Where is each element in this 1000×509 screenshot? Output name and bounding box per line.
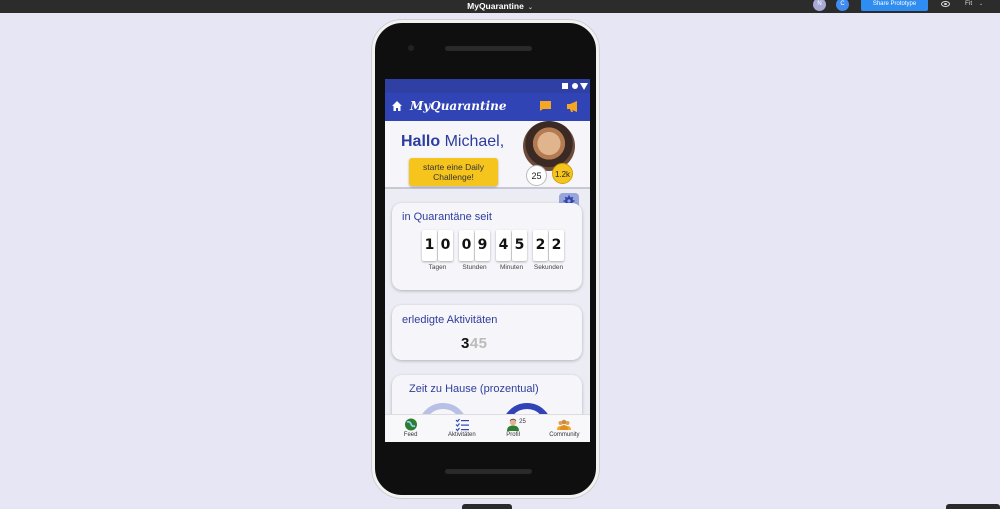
nav-label: Profil [506,432,520,438]
bottom-navigation: Feed Aktivitäten 25 Profil Community [385,414,590,442]
activities-count-main: 3 [461,335,470,352]
greeting-name: Michael, [444,133,505,150]
square-icon [562,83,568,89]
checklist-icon [455,418,469,431]
group-icon [557,419,572,430]
home-icon[interactable] [391,100,403,112]
welcome-section: Hallo Michael, starte eine Daily Challen… [385,121,590,189]
activities-title: erledigte Aktivitäten [402,314,498,326]
counter-digit: 1 [422,230,437,261]
globe-icon [404,418,417,431]
greeting-hello: Hallo [401,133,441,150]
person-icon [507,418,520,431]
counter-digit: 0 [459,230,474,261]
prototype-title[interactable]: MyQuarantine ⌄ [0,0,1000,14]
speaker-grill-bottom [445,469,532,474]
activities-card[interactable]: erledigte Aktivitäten 345 [392,305,582,360]
counter-digit: 0 [438,230,453,261]
counter-label: Sekunden [533,264,564,271]
counter-label: Stunden [462,264,487,271]
nav-label: Aktivitäten [448,432,476,438]
greeting: Hallo Michael, [401,133,504,151]
daily-challenge-button[interactable]: starte eine Daily Challenge! [409,158,498,186]
app-title: MyQuarantine [410,99,507,113]
counter-digit: 2 [549,230,564,261]
nav-item-activities[interactable]: Aktivitäten [437,415,487,442]
zoom-select[interactable]: Fit [965,0,972,8]
profile-level-badge: 25 [519,419,526,425]
quarantine-title: in Quarantäne seit [402,211,492,223]
nav-item-profile[interactable]: 25 Profil [488,415,538,442]
activities-count-fade: 45 [469,335,488,352]
status-bar [385,79,590,93]
bottom-toolbar-right [946,504,1000,509]
counter-hours: 0 9 Stunden [459,230,490,271]
speaker-grill [445,46,532,51]
activities-count: 345 [461,335,488,352]
circle-icon [572,83,578,89]
phone-frame: MyQuarantine Hallo Michael, starte eine … [372,20,599,498]
chevron-down-icon[interactable]: ⌄ [528,5,533,11]
nav-label: Feed [403,432,418,438]
counter-digit: 4 [496,230,511,261]
app-bar: MyQuarantine [385,93,590,121]
nav-item-feed[interactable]: Feed [386,415,436,442]
level-badge: 25 [526,165,547,186]
counter-label: Minuten [499,264,524,271]
camera-icon [408,45,414,51]
share-prototype-button[interactable]: Share Prototype [861,0,928,11]
bottom-toolbar-left [462,504,512,509]
counter-days: 1 0 Tagen [422,230,453,271]
coin-badge: 1.2k [552,163,573,184]
nav-item-community[interactable]: Community [539,415,589,442]
counter-digit: 2 [533,230,548,261]
home-time-title: Zeit zu Hause (prozentual) [409,383,539,395]
counter-minutes: 4 5 Minuten [496,230,527,271]
counter-digit: 9 [475,230,490,261]
chat-icon[interactable] [539,100,552,112]
quarantine-card: in Quarantäne seit 1 0 Tagen 0 9 Stunden… [392,203,582,290]
counter-label: Tagen [428,264,447,271]
quarantine-counter: 1 0 Tagen 0 9 Stunden 4 5 Minuten 2 2 Se… [422,230,564,271]
eye-icon[interactable] [941,1,950,7]
nav-label: Community [549,432,580,438]
counter-digit: 5 [512,230,527,261]
chevron-down-icon[interactable]: ⌄ [979,0,983,8]
editor-topbar: MyQuarantine ⌄ N C Share Prototype Fit ⌄ [0,0,1000,13]
megaphone-icon[interactable] [566,100,581,113]
signal-icon [580,83,588,90]
phone-screen: MyQuarantine Hallo Michael, starte eine … [385,79,590,442]
counter-seconds: 2 2 Sekunden [533,230,564,271]
